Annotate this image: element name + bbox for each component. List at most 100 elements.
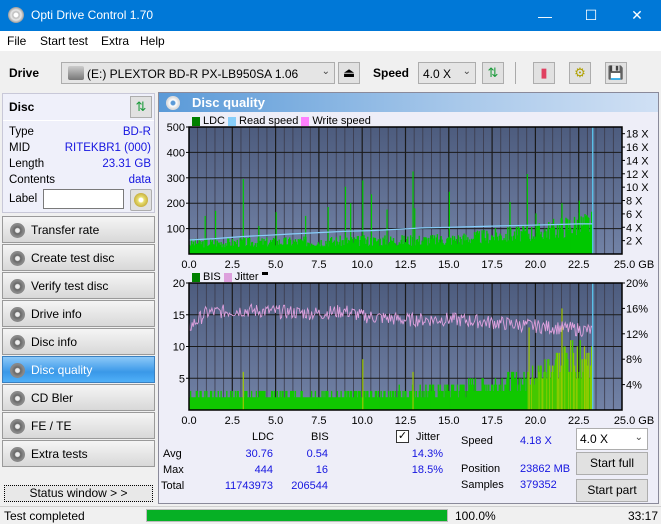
speed-label: Speed [373, 66, 410, 80]
bis-spike [528, 327, 530, 410]
panel-header: Disc quality [159, 93, 658, 112]
divider [3, 120, 154, 121]
avg-jitter: 14.3% [411, 448, 443, 460]
total-label: Total [161, 480, 185, 492]
disc-tool-icon [10, 447, 25, 462]
title-bar: Opti Drive Control 1.70 — ☐ ✕ [0, 0, 661, 31]
bis-chart: 5 10 15 20 4% 8% 12% 16% 20% 0.0 2.5 5.0 7.5 10.0 12.5… [173, 278, 654, 424]
samples-label: Samples [461, 479, 504, 491]
x-tick-label: 17.5 [481, 259, 502, 268]
ldc-spike [214, 210, 217, 254]
nav-label: Create test disc [31, 251, 115, 265]
y-tick-label: 5 [179, 373, 185, 385]
nav-create-test-disc[interactable]: Create test disc [2, 244, 155, 271]
nav-label: CD Bler [31, 391, 74, 405]
total-ldc: 11743973 [224, 480, 273, 492]
ldc-spike [362, 180, 364, 254]
elapsed-time: 33:17 [628, 509, 659, 523]
menu-file[interactable]: File [7, 34, 26, 48]
disc-label-input[interactable] [43, 189, 124, 209]
disc-tool-icon [10, 223, 25, 238]
refresh-button[interactable]: ⇅ [482, 62, 504, 84]
x-tick-label: 0.0 [181, 259, 196, 268]
status-text: Test completed [4, 509, 85, 523]
nav-fe-te[interactable]: FE / TE [2, 412, 155, 439]
ldc-spike [448, 191, 450, 254]
y-tick-label: 300 [167, 173, 185, 185]
floppy-icon: 💾 [607, 65, 625, 80]
eject-icon: ⏏ [342, 65, 356, 80]
nav-disc-quality[interactable]: Disc quality [2, 356, 155, 383]
start-full-button[interactable]: Start full [576, 452, 648, 475]
test-speed-select[interactable]: 4.0 X ⌄ [576, 428, 648, 450]
window-title: Opti Drive Control 1.70 [31, 8, 154, 22]
disc-tool-icon [10, 363, 25, 378]
eraser-icon: ▮ [540, 65, 548, 80]
start-part-button[interactable]: Start part [576, 479, 648, 502]
nav-label: Transfer rate [31, 223, 100, 237]
disc-icon [134, 193, 148, 207]
status-bar: Test completed 100.0% 33:17 [0, 506, 661, 524]
disc-label-button[interactable] [130, 189, 152, 211]
y2-tick-label: 16% [626, 303, 648, 315]
nav-label: Verify test disc [31, 279, 109, 293]
nav-transfer-rate[interactable]: Transfer rate [2, 216, 155, 243]
disc-refresh-button[interactable]: ⇅ [130, 96, 152, 118]
bis-spike [362, 359, 364, 410]
x-tick-label: 12.5 [395, 415, 416, 424]
nav-cd-bler[interactable]: CD Bler [2, 384, 155, 411]
menu-bar: File Start test Extra Help [0, 31, 661, 51]
close-button[interactable]: ✕ [614, 0, 660, 31]
col-ldc: LDC [252, 431, 275, 443]
total-bis: 206544 [291, 480, 328, 492]
progress-text: 100.0% [455, 509, 496, 523]
minimize-button[interactable]: — [522, 0, 568, 31]
status-window-button[interactable]: Status window > > [4, 485, 153, 502]
disc-tool-icon [10, 251, 25, 266]
chevron-down-icon: ⌄ [634, 432, 643, 443]
disc-tool-icon [10, 279, 25, 294]
jitter-checkbox[interactable]: ✓ [396, 430, 409, 443]
x-tick-label: 7.5 [311, 415, 326, 424]
save-button[interactable]: 💾 [605, 62, 627, 84]
menu-help[interactable]: Help [140, 34, 165, 48]
speed-select[interactable]: 4.0 X ⌄ [418, 62, 476, 84]
length-value: 23.31 GB [102, 158, 151, 170]
nav-label: Drive info [31, 307, 82, 321]
x-tick-label: 20.0 [525, 415, 546, 424]
position-label: Position [461, 463, 501, 475]
y2-tick-label: 14 X [626, 155, 649, 167]
position-value: 23862 MB [520, 463, 571, 475]
drive-icon [68, 66, 84, 80]
speed-stat-label: Speed [461, 435, 493, 447]
disc-tool-icon [10, 391, 25, 406]
drive-select[interactable]: (E:) PLEXTOR BD-R PX-LB950SA 1.06 ⌄ [61, 62, 335, 84]
test-speed-value: 4.0 X [580, 432, 609, 446]
nav-extra-tests[interactable]: Extra tests [2, 440, 155, 467]
erase-button[interactable]: ▮ [533, 62, 555, 84]
ldc-spike [275, 212, 277, 254]
nav-disc-info[interactable]: Disc info [2, 328, 155, 355]
menu-extra[interactable]: Extra [101, 34, 129, 48]
nav-verify-test-disc[interactable]: Verify test disc [2, 272, 155, 299]
ldc-spike [242, 179, 244, 254]
nav-label: Extra tests [31, 447, 88, 461]
settings-button[interactable]: ⚙ [569, 62, 591, 84]
nav-label: Disc info [31, 335, 78, 349]
menu-start-test[interactable]: Start test [40, 34, 88, 48]
nav-drive-info[interactable]: Drive info [2, 300, 155, 327]
bis-spike [583, 346, 586, 410]
contents-label: Contents [9, 174, 56, 186]
x-tick-label: 10.0 [351, 259, 372, 268]
maximize-button[interactable]: ☐ [568, 0, 614, 31]
max-jitter: 18.5% [411, 464, 443, 476]
type-value: BD-R [122, 126, 151, 138]
x-tick-label: 22.5 [568, 259, 589, 268]
progress-bar [146, 509, 448, 522]
eject-button[interactable]: ⏏ [338, 62, 360, 84]
max-bis: 16 [315, 464, 328, 476]
speed-select-value: 4.0 X [423, 67, 452, 81]
speed-stat-value: 4.18 X [520, 435, 552, 447]
y2-tick-label: 4% [626, 380, 642, 392]
x-tick-label: 20.0 [525, 259, 546, 268]
